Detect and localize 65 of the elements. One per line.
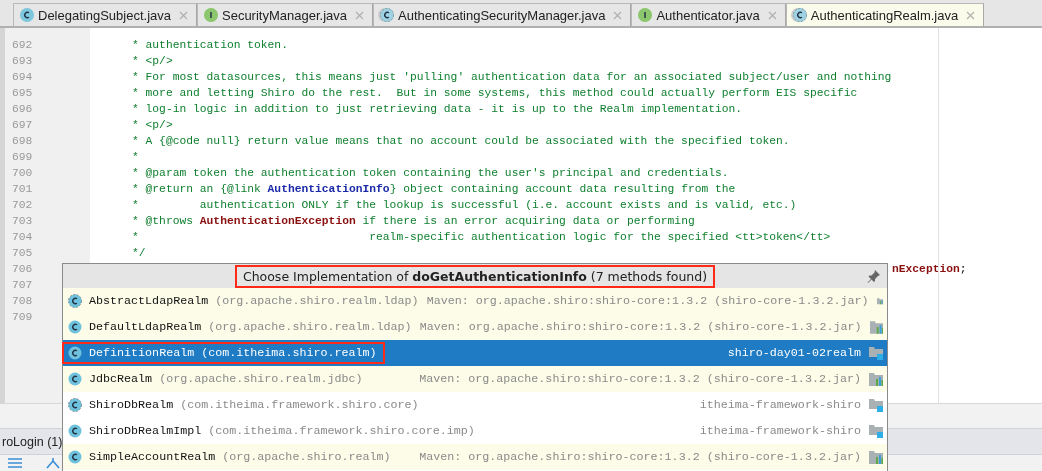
editor-tab[interactable]: SecurityManager.java: [197, 3, 373, 26]
close-icon[interactable]: [613, 10, 623, 20]
class-icon: [68, 424, 82, 438]
implementation-item[interactable]: AbstractLdapRealm (org.apache.shiro.realm.ldap) Maven: org.apache.shiro:shiro-core:1.3.2 (shiro-core-1.3.2.jar): [63, 288, 887, 314]
line-number: 707: [12, 279, 33, 291]
code-line: * more and letting Shiro do the rest. But in some systems, this method could actually perform EIS specific: [132, 86, 858, 101]
code-line: * authentication ONLY if the lookup is successful (i.e. account exists and is valid, etc.): [132, 198, 797, 213]
editor-tab[interactable]: DelegatingSubject.java: [13, 3, 197, 26]
abstract-class-icon: [68, 294, 82, 308]
code-line: * <p/>: [132, 118, 173, 133]
module-folder-icon: [869, 346, 883, 360]
close-icon[interactable]: [179, 10, 188, 20]
class-icon: [68, 346, 82, 360]
line-number: 698: [12, 135, 33, 147]
code-line: * For most datasources, this means just 'pulling' authentication data for an associated subject/user and nothing: [132, 70, 892, 85]
line-number: 699: [12, 151, 33, 163]
editor-tab[interactable]: AuthenticatingRealm.java: [785, 3, 985, 26]
pin-icon[interactable]: [867, 269, 881, 283]
line-number: 705: [12, 247, 33, 259]
code-line: *: [132, 150, 139, 165]
implementation-item[interactable]: JdbcRealm (org.apache.shiro.realm.jdbc) Maven: org.apache.shiro:shiro-core:1.3.2 (shiro-core-1.3.2.jar): [63, 366, 887, 392]
line-number: 701: [12, 183, 33, 195]
class-icon: [68, 320, 82, 334]
line-number: 694: [12, 71, 33, 83]
module-folder-icon: [869, 398, 883, 412]
code-line: * <p/>: [132, 54, 173, 69]
line-number: 709: [12, 311, 33, 323]
close-icon[interactable]: [767, 10, 777, 20]
implementation-item[interactable]: DefaultLdapRealm (org.apache.shiro.realm.ldap) Maven: org.apache.shiro:shiro-core:1.3.2 (shiro-core-1.3.2.jar): [63, 314, 887, 340]
line-number: 700: [12, 167, 33, 179]
implementation-item[interactable]: SimpleAccountRealm (org.apache.shiro.realm) Maven: org.apache.shiro:shiro-core:1.3.2 (shiro-core-1.3.2.jar): [63, 444, 887, 470]
line-number: 695: [12, 87, 33, 99]
editor-tab[interactable]: Authenticator.java: [631, 3, 786, 26]
line-number: 696: [12, 103, 33, 115]
class-icon: [68, 372, 82, 386]
close-icon[interactable]: [355, 10, 364, 20]
code-line: * A {@code null} return value means that no account could be associated with the specified token.: [132, 134, 790, 149]
line-number: 704: [12, 231, 33, 243]
code-line: * @param token the authentication token containing the user's principal and credentials.: [132, 166, 729, 181]
line-number: 693: [12, 55, 33, 67]
code-line: * @throws AuthenticationException if there is an error acquiring data or performing: [132, 214, 695, 229]
list-icon[interactable]: [8, 457, 22, 469]
abstract-class-icon: [68, 398, 82, 412]
line-number: 703: [12, 215, 33, 227]
code-line: * @return an {@link AuthenticationInfo} object containing account data resulting from the: [132, 182, 736, 197]
line-number: 708: [12, 295, 33, 307]
line-number: 706: [12, 263, 33, 275]
editor-tab[interactable]: AuthenticatingSecurityManager.java: [373, 3, 632, 26]
implementation-item[interactable]: DefinitionRealm (com.itheima.shiro.realm) shiro-day01-02realm: [63, 340, 887, 366]
close-icon[interactable]: [966, 10, 976, 20]
code-line: * realm-specific authentication logic for the specified <tt>token</tt>: [132, 230, 831, 245]
library-icon: [869, 372, 883, 386]
library-icon: [869, 320, 883, 334]
module-folder-icon: [869, 424, 883, 438]
class-icon: [68, 450, 82, 464]
code-line: */: [132, 246, 146, 261]
code-line: * log-in logic in addition to just retrieving data - it is up to the Realm implementation.: [132, 102, 743, 117]
line-number: 702: [12, 199, 33, 211]
arrow-icon[interactable]: [46, 457, 60, 469]
code-line: nException;: [892, 262, 967, 277]
line-number: 697: [12, 119, 33, 131]
code-line: * authentication token.: [132, 38, 288, 53]
library-icon: [869, 450, 883, 464]
popup-title: Choose Implementation of doGetAuthenticationInfo (7 methods found): [234, 264, 716, 288]
line-number: 692: [12, 39, 33, 51]
